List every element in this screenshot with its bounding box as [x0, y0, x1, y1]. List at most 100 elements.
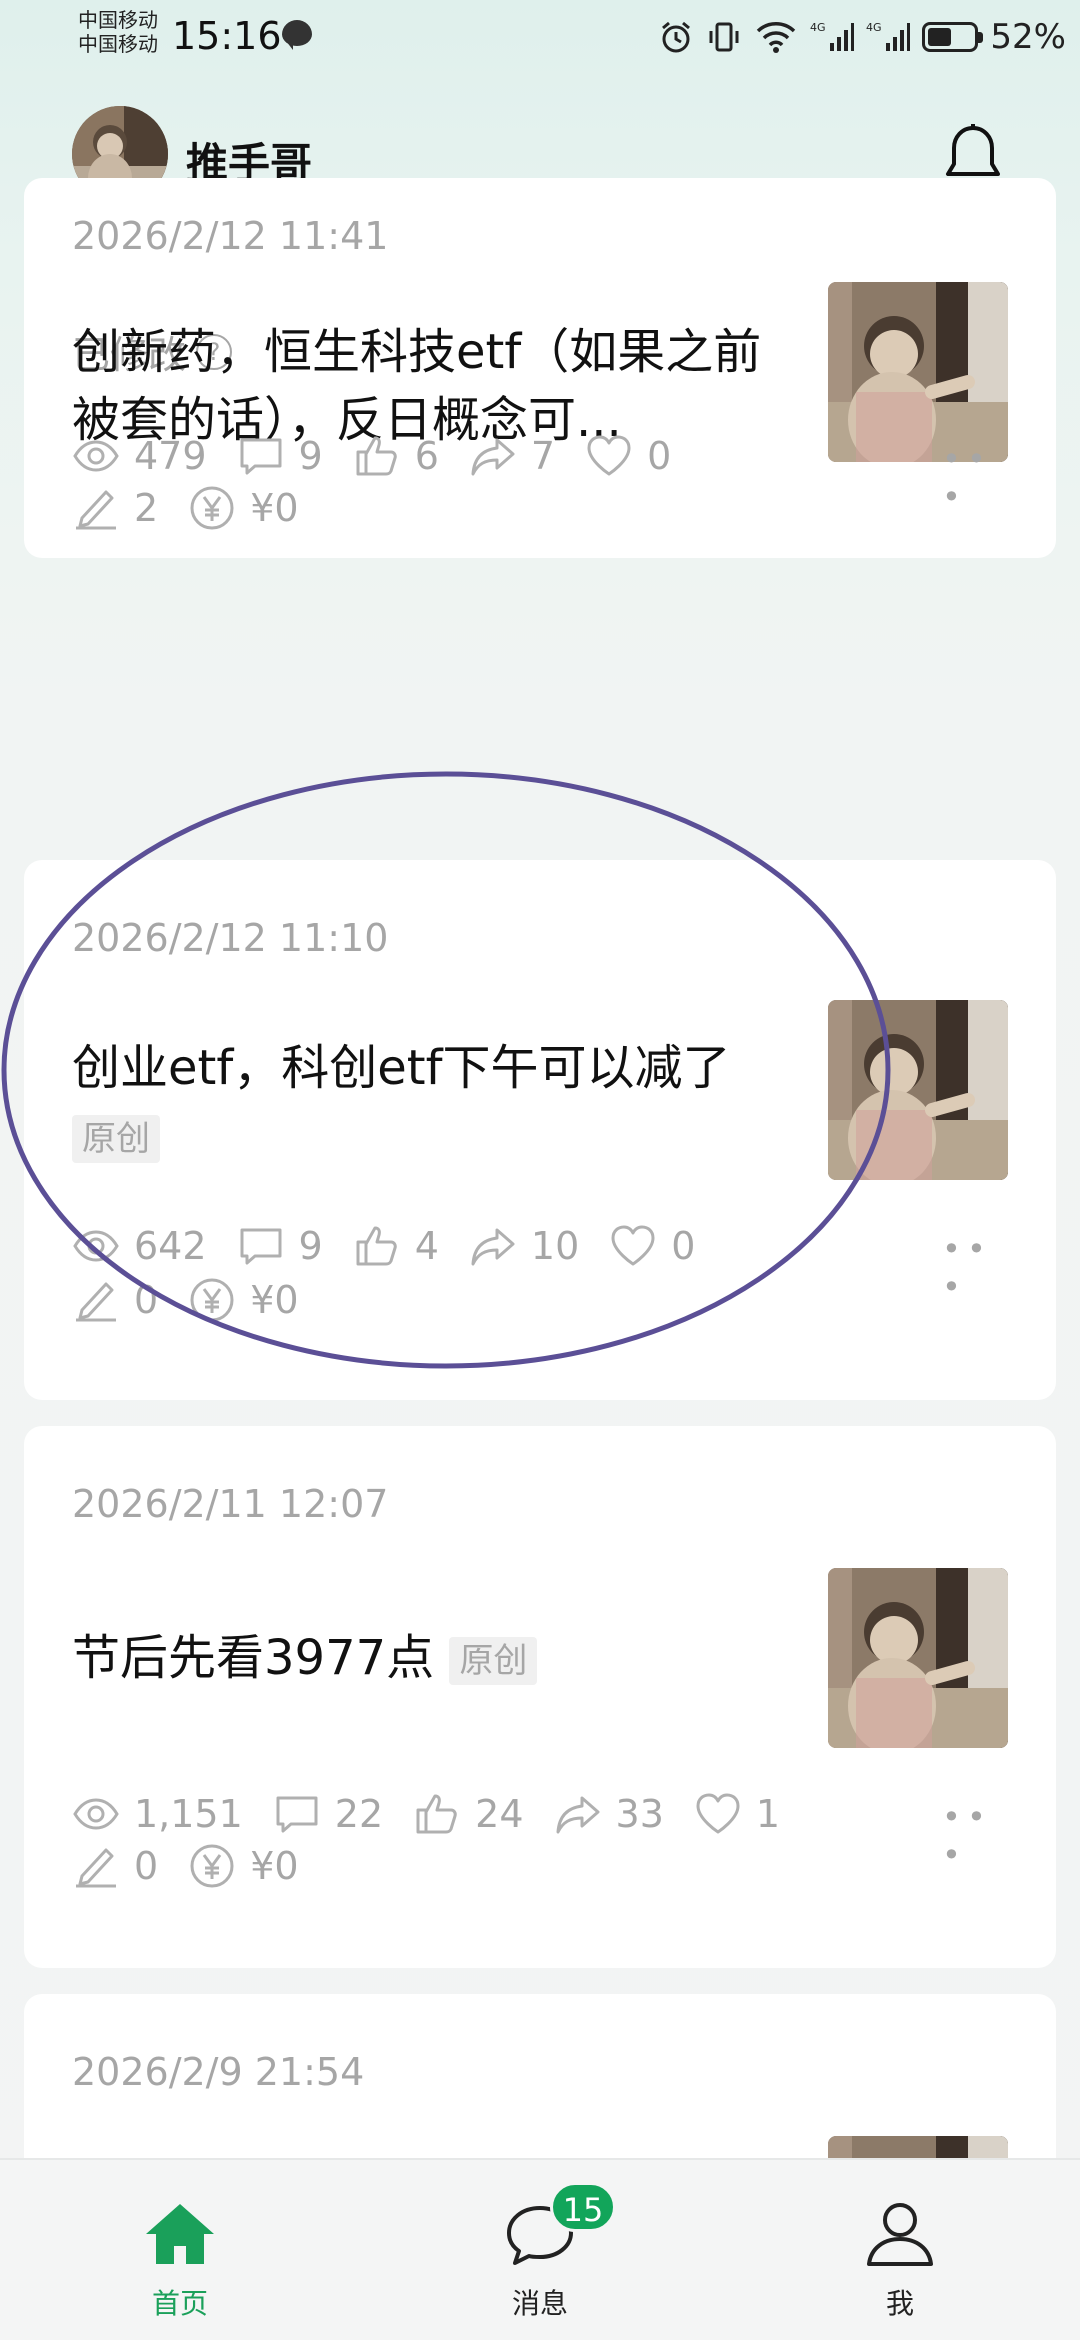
messages-badge: 15 — [550, 2182, 616, 2232]
carrier-info: 中国移动 中国移动 — [78, 8, 158, 56]
nav-messages[interactable]: 15 消息 — [460, 2182, 620, 2322]
edits-count: 0 — [134, 1844, 159, 1888]
carrier-1: 中国移动 — [78, 8, 158, 32]
likes-count: 24 — [475, 1792, 524, 1836]
home-icon — [146, 2204, 214, 2264]
yen-icon — [188, 1276, 236, 1324]
status-bar: 中国移动 中国移动 15:16 4G 4G 52% — [0, 0, 1080, 78]
rewards-amount: ¥0 — [250, 1844, 299, 1888]
rewards-stat: ¥0 — [188, 1276, 299, 1324]
post-date: 2026/2/12 11:41 — [72, 214, 389, 258]
favorites-stat[interactable]: 0 — [609, 1222, 695, 1270]
more-options-icon[interactable] — [942, 1798, 998, 1874]
comments-stat[interactable]: 9 — [237, 432, 323, 480]
pen-icon — [72, 484, 120, 532]
post-thumbnail[interactable] — [828, 282, 1008, 462]
battery-fill — [928, 28, 952, 46]
nav-me[interactable]: 我 — [820, 2200, 980, 2322]
thumbs-up-icon — [413, 1790, 461, 1838]
signal-4g-icon-2: 4G — [866, 21, 911, 51]
pen-icon — [72, 1842, 120, 1890]
thumbs-up-icon — [353, 1222, 401, 1270]
comments-count: 9 — [298, 1224, 323, 1268]
views-stat: 642 — [72, 1222, 207, 1270]
original-badge: 原创 — [449, 1637, 538, 1685]
bottom-navigation: 首页 15 消息 我 — [0, 2158, 1080, 2340]
post-date: 2026/2/11 12:07 — [72, 1482, 389, 1526]
post-card[interactable]: 2026/2/12 11:41 已修改 ? 创新药，恒生科技etf（如果之前被套… — [24, 178, 1056, 558]
shares-count: 7 — [530, 434, 556, 478]
likes-count: 4 — [414, 1224, 439, 1268]
nav-me-label: 我 — [885, 2287, 914, 2320]
chat-notification-icon — [282, 20, 312, 50]
views-count: 1,151 — [134, 1792, 243, 1836]
rewards-stat: ¥0 — [188, 484, 299, 532]
signal-4g-icon-1: 4G — [810, 21, 855, 51]
yen-icon — [188, 484, 236, 532]
edits-stat: 2 — [72, 484, 158, 532]
post-thumbnail[interactable] — [828, 1568, 1008, 1748]
likes-stat[interactable]: 6 — [353, 432, 439, 480]
heart-icon — [609, 1222, 657, 1270]
share-icon — [554, 1790, 602, 1838]
user-icon — [867, 2203, 933, 2266]
battery-percentage: 52% — [990, 17, 1066, 57]
comment-icon — [237, 432, 285, 480]
vibrate-icon — [709, 22, 739, 52]
comment-icon — [237, 1222, 285, 1270]
post-date: 2026/2/9 21:54 — [72, 2050, 365, 2094]
share-icon — [469, 432, 517, 480]
post-title[interactable]: 创业etf，科创etf下午可以减了 原创 — [72, 1034, 792, 1170]
original-badge: 原创 — [72, 1115, 160, 1163]
likes-stat[interactable]: 24 — [413, 1790, 524, 1838]
wifi-icon — [757, 22, 796, 53]
views-stat: 1,151 — [72, 1790, 243, 1838]
svg-text:4G: 4G — [866, 21, 882, 34]
carrier-2: 中国移动 — [78, 32, 158, 56]
edits-count: 0 — [134, 1278, 159, 1322]
more-options-icon[interactable] — [942, 440, 998, 516]
favorites-stat[interactable]: 1 — [694, 1790, 780, 1838]
shares-stat[interactable]: 7 — [469, 432, 555, 480]
eye-icon — [72, 432, 120, 480]
post-card[interactable]: 2026/2/12 11:10 创业etf，科创etf下午可以减了 原创 642… — [24, 860, 1056, 1400]
post-card[interactable]: 2026/2/11 12:07 节后先看3977点 原创 1,151 22 24… — [24, 1426, 1056, 1968]
share-icon — [469, 1222, 517, 1270]
nav-home-label: 首页 — [151, 2287, 208, 2320]
comments-stat[interactable]: 22 — [273, 1790, 383, 1838]
svg-text:4G: 4G — [810, 21, 826, 34]
favorites-count: 1 — [755, 1792, 781, 1836]
edits-stat: 0 — [72, 1276, 158, 1324]
post-stats: 479 9 6 7 0 — [72, 428, 701, 484]
alarm-icon — [662, 21, 691, 53]
more-options-icon[interactable] — [942, 1230, 998, 1306]
likes-count: 6 — [414, 434, 439, 478]
post-title[interactable]: 节后先看3977点 原创 — [72, 1624, 792, 1692]
rewards-amount: ¥0 — [250, 1278, 299, 1322]
rewards-amount: ¥0 — [250, 486, 299, 530]
post-stats: 642 9 4 10 0 — [72, 1218, 725, 1274]
favorites-stat[interactable]: 0 — [585, 432, 671, 480]
shares-stat[interactable]: 10 — [469, 1222, 579, 1270]
eye-icon — [72, 1222, 120, 1270]
nav-messages-label: 消息 — [511, 2287, 568, 2320]
post-stats-secondary: 0 ¥0 — [72, 1838, 329, 1894]
shares-stat[interactable]: 33 — [554, 1790, 664, 1838]
post-stats-secondary: 2 ¥0 — [72, 480, 329, 536]
likes-stat[interactable]: 4 — [353, 1222, 439, 1270]
views-count: 479 — [134, 434, 207, 478]
clock: 15:16 — [172, 14, 282, 58]
shares-count: 33 — [615, 1792, 664, 1836]
comments-count: 9 — [298, 434, 323, 478]
comments-stat[interactable]: 9 — [237, 1222, 323, 1270]
views-stat: 479 — [72, 432, 207, 480]
post-thumbnail[interactable] — [828, 1000, 1008, 1180]
post-title-text: 节后先看3977点 — [72, 1630, 435, 1686]
post-title-text: 创业etf，科创etf下午可以减了 — [72, 1040, 731, 1096]
thumbs-up-icon — [353, 432, 401, 480]
nav-home[interactable]: 首页 — [100, 2200, 260, 2322]
comments-count: 22 — [334, 1792, 384, 1836]
pen-icon — [72, 1276, 120, 1324]
favorites-count: 0 — [671, 1224, 696, 1268]
yen-icon — [188, 1842, 236, 1890]
